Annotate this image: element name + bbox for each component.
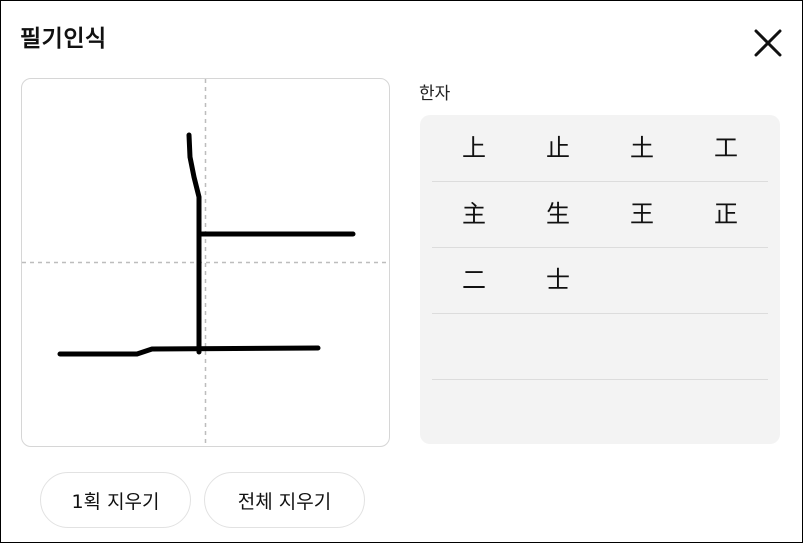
clear-all-button[interactable]: 전체 지우기 <box>204 472 365 528</box>
candidate-character[interactable]: 王 <box>600 181 684 247</box>
candidate-panel: 上 止 土 工 主 生 王 正 二 士 <box>420 115 780 444</box>
dialog-title: 필기인식 <box>20 26 107 52</box>
candidate-character[interactable]: 士 <box>516 247 600 313</box>
candidate-row-empty <box>432 313 768 380</box>
ink-stroke <box>57 345 321 357</box>
handwriting-canvas[interactable] <box>21 78 390 447</box>
candidate-character[interactable]: 主 <box>432 181 516 247</box>
candidate-row: 主 生 王 正 <box>432 181 768 248</box>
candidate-row: 二 士 <box>432 247 768 314</box>
candidate-row-empty <box>432 379 768 445</box>
candidate-character[interactable]: 土 <box>600 115 684 181</box>
candidate-character[interactable]: 工 <box>684 115 768 181</box>
close-icon <box>754 29 782 57</box>
candidate-character[interactable]: 生 <box>516 181 600 247</box>
candidate-row: 上 止 土 工 <box>432 115 768 182</box>
candidate-character[interactable]: 上 <box>432 115 516 181</box>
ink-stroke <box>186 132 202 355</box>
candidates-label: 한자 <box>419 84 451 104</box>
handwriting-dialog: 필기인식 한자 上 止 土 工 主 生 王 正 二 士 1획 지우기 전체 지우… <box>0 0 803 543</box>
candidate-character[interactable]: 正 <box>684 181 768 247</box>
undo-stroke-button[interactable]: 1획 지우기 <box>40 472 191 528</box>
candidate-character[interactable]: 止 <box>516 115 600 181</box>
candidate-character[interactable]: 二 <box>432 247 516 313</box>
close-button[interactable] <box>748 23 788 63</box>
